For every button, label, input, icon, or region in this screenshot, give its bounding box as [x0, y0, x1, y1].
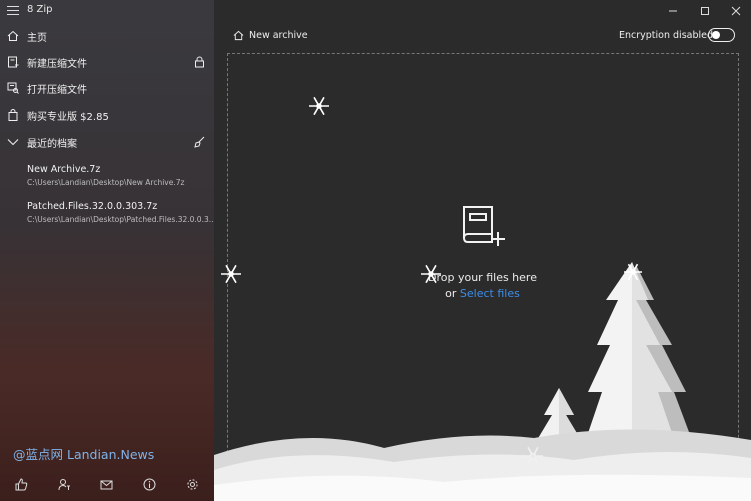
home-icon	[7, 30, 19, 41]
sidebar-item-label: 主页	[27, 32, 47, 44]
encryption-label: Encryption disabled	[619, 30, 714, 41]
thumbs-up-icon[interactable]	[15, 478, 28, 491]
info-icon[interactable]	[143, 478, 156, 491]
mail-icon[interactable]	[100, 478, 113, 491]
sidebar-bottom-bar	[0, 474, 214, 496]
shopping-bag-icon	[8, 109, 18, 121]
breadcrumb-label: New archive	[249, 29, 308, 41]
sidebar-item-label: 购买专业版 $2.85	[27, 111, 109, 123]
sidebar-item-new-archive[interactable]: 新建压缩文件	[0, 49, 214, 75]
chevron-down-icon	[7, 139, 19, 146]
recent-archive-item[interactable]: New Archive.7z C:\Users\Landian\Desktop\…	[27, 164, 213, 187]
lock-icon	[195, 56, 204, 68]
sidebar-item-label: 打开压缩文件	[27, 84, 87, 96]
recent-archive-item[interactable]: Patched.Files.32.0.0.303.7z C:\Users\Lan…	[27, 201, 213, 224]
add-archive-icon	[463, 206, 505, 246]
sidebar-item-open-archive[interactable]: 打开压缩文件	[0, 75, 214, 101]
sidebar-item-home[interactable]: 主页	[0, 23, 214, 49]
hamburger-menu-icon[interactable]	[7, 6, 19, 15]
new-archive-icon	[8, 56, 19, 68]
settings-icon[interactable]	[186, 478, 199, 491]
home-icon	[233, 30, 244, 40]
toggle-knob	[712, 31, 720, 39]
encryption-toggle[interactable]	[708, 28, 735, 42]
drop-select-line: or Select files	[214, 287, 751, 300]
recent-archive-name: Patched.Files.32.0.0.303.7z	[27, 201, 158, 212]
sidebar: 8 Zip 主页 新建压缩文件 打开压缩文件 购买专业版 $2.85 最近的档案…	[0, 0, 214, 501]
app-title: 8 Zip	[27, 4, 53, 15]
watermark-text: @蓝点网 Landian.News	[13, 447, 155, 462]
sidebar-item-buy-pro[interactable]: 购买专业版 $2.85	[0, 102, 214, 128]
account-icon[interactable]	[58, 478, 71, 491]
drop-instruction: Drop your files here	[428, 271, 537, 284]
minimize-icon[interactable]	[666, 4, 680, 18]
close-icon[interactable]	[729, 4, 743, 18]
breadcrumb[interactable]: New archive	[233, 28, 308, 42]
sidebar-item-label: 最近的档案	[27, 138, 77, 150]
main-panel: New archive Encryption disabled Drop you…	[214, 0, 751, 501]
broom-icon[interactable]	[194, 136, 205, 148]
maximize-icon[interactable]	[698, 4, 712, 18]
title-bar: 8 Zip	[0, 0, 214, 22]
recent-archive-path: C:\Users\Landian\Desktop\Patched.Files.3…	[27, 215, 213, 224]
select-files-link[interactable]: Select files	[460, 287, 520, 300]
recent-archive-name: New Archive.7z	[27, 164, 101, 175]
sidebar-item-label: 新建压缩文件	[27, 58, 87, 70]
recent-archive-path: C:\Users\Landian\Desktop\New Archive.7z	[27, 178, 185, 187]
sidebar-item-recent[interactable]: 最近的档案	[0, 129, 214, 155]
open-archive-icon	[7, 82, 19, 94]
or-text: or	[445, 287, 457, 300]
